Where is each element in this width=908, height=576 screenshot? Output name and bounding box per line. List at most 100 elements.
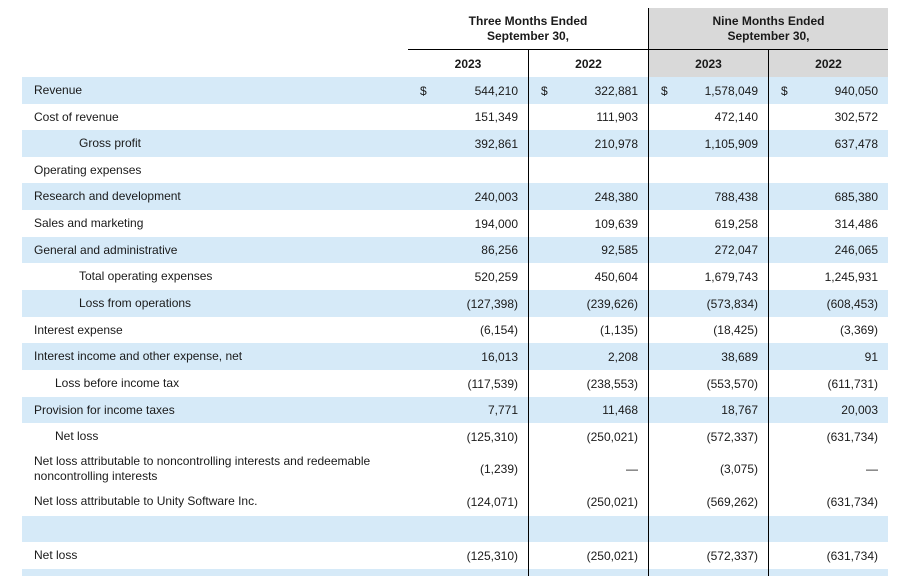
value-cell: (124,071) [408, 487, 528, 516]
cell-value: 1,105,909 [704, 136, 758, 151]
cell-value: 619,258 [714, 216, 758, 231]
value-cell: 20,003 [768, 397, 888, 423]
value-cell: 91 [768, 343, 888, 370]
cell-value: 302,572 [834, 110, 878, 124]
value-cell: (572,337) [648, 423, 768, 450]
year-header-3m-2023: 2023 [454, 57, 482, 71]
value-cell: (250,021) [528, 487, 648, 516]
cell-value: (6,154) [479, 323, 518, 337]
value-cell: (572,337) [648, 542, 768, 569]
value-cell: 151,349 [408, 104, 528, 130]
value-cell [768, 516, 888, 542]
row-label: Net loss attributable to noncontrolling … [34, 453, 371, 483]
cell-value: 272,047 [714, 243, 758, 257]
value-cell: 210,978 [528, 130, 648, 157]
cell-value: (572,337) [706, 429, 758, 444]
value-cell: 314,486 [768, 210, 888, 237]
value-cell: (3,369) [768, 317, 888, 343]
value-cell: (125,310) [408, 542, 528, 569]
cell-value: 92,585 [601, 243, 638, 257]
row-label: Research and development [34, 189, 181, 203]
cell-value: (1,135) [599, 323, 638, 337]
cell-value: (125,310) [466, 429, 518, 444]
value-cell: $322,881 [528, 77, 648, 104]
table-row: Loss before income tax (117,539) (238,553)… [22, 370, 888, 397]
cell-value: 240,003 [474, 189, 518, 204]
cell-value: (631,734) [826, 548, 878, 563]
currency-symbol: $ [420, 83, 427, 98]
value-cell: 92,585 [528, 237, 648, 263]
three-months-header: Three Months Ended September 30, [408, 8, 648, 50]
row-label: Net loss [34, 548, 78, 562]
value-cell [528, 516, 648, 542]
value-cell: (1,135) [528, 317, 648, 343]
table-row: Net loss (125,310) (250,021) (572,337) (631,… [22, 542, 888, 569]
value-cell: 1,245,931 [768, 263, 888, 290]
row-label: Sales and marketing [34, 216, 144, 230]
row-label: Total operating expenses [79, 269, 213, 283]
cell-value: 544,210 [474, 83, 518, 98]
table-row [22, 516, 888, 542]
row-label: Cost of revenue [34, 109, 119, 124]
cell-value: 637,478 [834, 136, 878, 151]
cell-value: 109,639 [594, 216, 638, 231]
currency-symbol: $ [661, 83, 668, 98]
value-cell: (631,734) [768, 542, 888, 569]
cell-value: (124,071) [466, 494, 518, 509]
value-cell: (608,453) [768, 290, 888, 317]
value-cell [408, 516, 528, 542]
income-statement-table: Three Months Ended September 30, Nine Mo… [22, 0, 888, 576]
nine-months-title: Nine Months Ended [712, 14, 825, 28]
table-row: Net loss attributable to Unity Software … [22, 487, 888, 516]
year-header-9m-2023: 2023 [648, 50, 768, 77]
value-cell: (117,539) [408, 370, 528, 397]
value-cell: (238,553) [528, 370, 648, 397]
cell-value: 450,604 [594, 269, 638, 284]
table-row: Total operating expenses 520,259 450,604 1,… [22, 263, 888, 290]
cell-value: 86,256 [481, 243, 518, 257]
value-cell: (573,834) [648, 290, 768, 317]
cell-value: (631,734) [826, 429, 878, 444]
value-cell: 472,140 [648, 104, 768, 130]
value-cell: 7,771 [408, 397, 528, 423]
value-cell: — [528, 450, 648, 487]
cell-value: (239,626) [586, 296, 638, 311]
value-cell: 685,380 [768, 183, 888, 210]
value-cell: 194,000 [408, 210, 528, 237]
value-cell: (250,021) [528, 542, 648, 569]
row-label: Operating expenses [34, 162, 142, 177]
value-cell: (239,626) [528, 290, 648, 317]
value-cell: — [768, 450, 888, 487]
value-cell: (631,734) [768, 423, 888, 450]
cell-value: 314,486 [834, 216, 878, 231]
value-cell: 2,208 [528, 343, 648, 370]
table-row: Cost of revenue 151,349 111,903 472,140 302,… [22, 104, 888, 130]
cell-value: (18,425) [713, 323, 758, 337]
value-cell: 272,047 [648, 237, 768, 263]
cell-value: (569,262) [706, 494, 758, 509]
value-cell: 109,639 [528, 210, 648, 237]
cell-value: (117,539) [467, 376, 518, 391]
value-cell: (18,425) [648, 317, 768, 343]
cell-value: (250,021) [586, 429, 638, 444]
value-cell [528, 157, 648, 183]
table-body: Revenue $544,210 $322,881 $1,578,049 $940,05… [22, 77, 888, 576]
cell-value: 322,881 [594, 83, 638, 98]
table-row: Interest income and other expense, net 16… [22, 343, 888, 370]
three-months-title: Three Months Ended [468, 14, 588, 28]
value-cell: (250,021) [528, 423, 648, 450]
cell-value: (127,398) [466, 296, 518, 311]
cell-value: 11,468 [602, 403, 638, 417]
value-cell: 1,105,909 [648, 130, 768, 157]
cell-value: — [866, 461, 878, 476]
cell-value: (572,337) [706, 548, 758, 563]
table-row: Revenue $544,210 $322,881 $1,578,049 $940,05… [22, 77, 888, 104]
table-row: Interest expense (6,154) (1,135) (18,425) (3… [22, 317, 888, 343]
value-cell: $544,210 [408, 77, 528, 104]
value-cell: (125,310) [408, 423, 528, 450]
cell-value: (573,834) [706, 296, 758, 311]
row-label: Loss from operations [79, 296, 192, 310]
nine-months-header: Nine Months Ended September 30, [648, 8, 888, 50]
cell-value: (238,553) [586, 376, 638, 391]
row-label: Loss before income tax [55, 376, 180, 390]
